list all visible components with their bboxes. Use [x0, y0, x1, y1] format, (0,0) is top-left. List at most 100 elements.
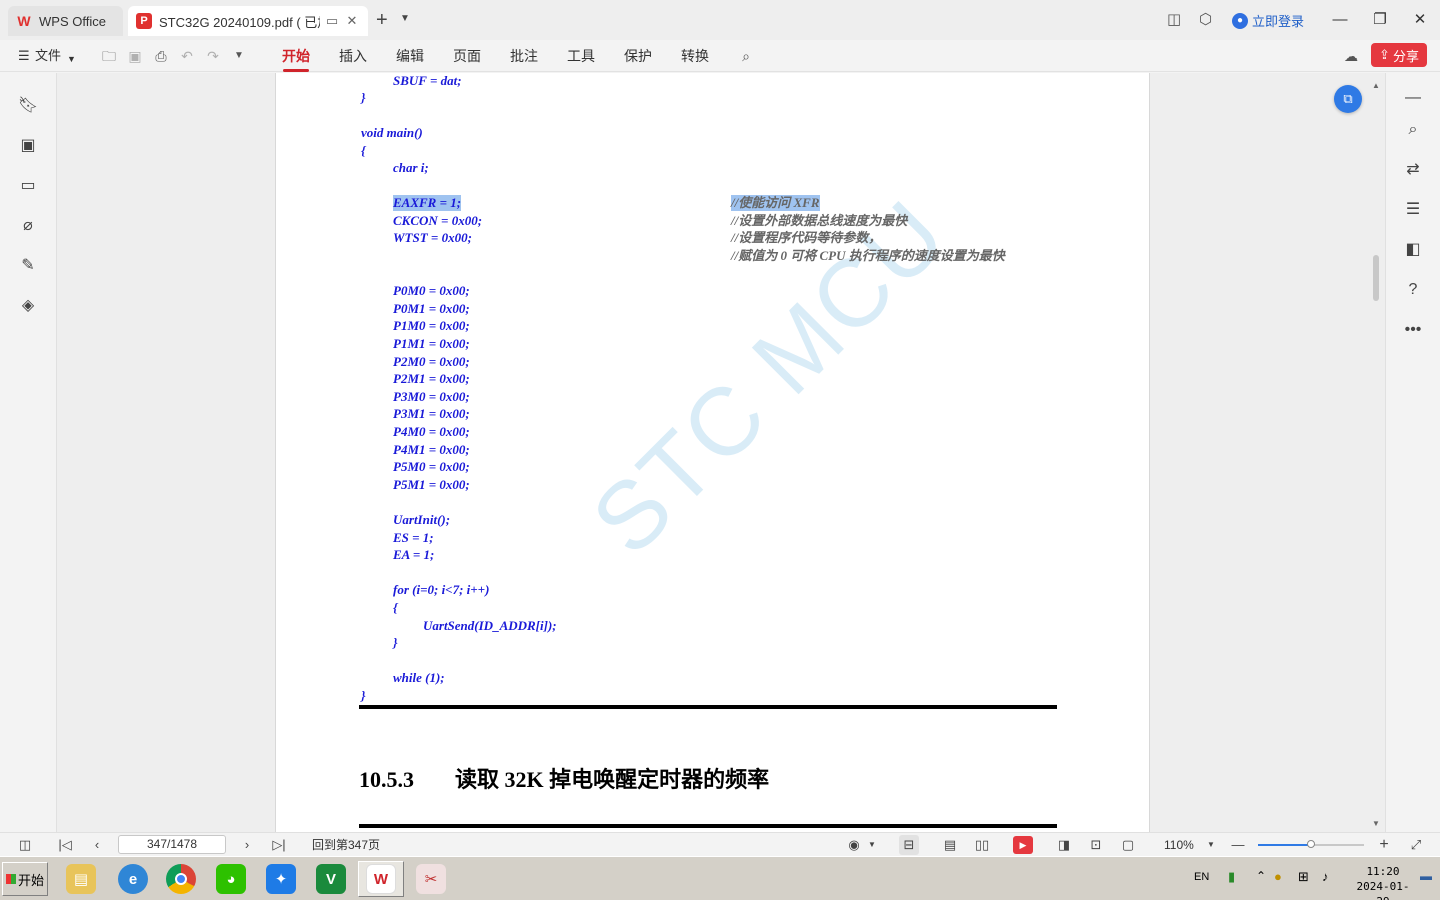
- show-desktop-icon[interactable]: ▬: [1420, 869, 1432, 883]
- taskbar-chrome[interactable]: [158, 861, 204, 897]
- back-to-page-link[interactable]: 回到第347页: [312, 837, 380, 853]
- taskbar-internet-explorer[interactable]: e: [110, 861, 156, 897]
- first-page-icon[interactable]: |◁: [55, 835, 75, 855]
- attachment-icon[interactable]: ⌀: [16, 214, 40, 238]
- translate-icon[interactable]: ⇄: [1401, 158, 1425, 182]
- right-sidebar: — ⌕ ⇄ ☰ ◧ ? •••: [1385, 73, 1440, 832]
- login-button[interactable]: ● 立即登录: [1232, 11, 1304, 30]
- tab-wps-office[interactable]: W WPS Office: [8, 6, 123, 36]
- taskbar-app-blue[interactable]: ✦: [258, 861, 304, 897]
- layout-toggle-icon[interactable]: ◫: [1167, 10, 1181, 28]
- monitor-icon[interactable]: ▭: [324, 13, 340, 29]
- scroll-down-arrow-icon[interactable]: ▼: [1372, 819, 1380, 828]
- undo-icon[interactable]: ↶: [177, 46, 197, 66]
- vim-icon: V: [316, 864, 346, 894]
- bookmark-icon[interactable]: 🔖︎: [16, 94, 40, 118]
- comment-icon[interactable]: ▭: [16, 174, 40, 198]
- zoom-level[interactable]: 110%: [1164, 837, 1194, 853]
- input-method-icon[interactable]: ●: [1274, 869, 1282, 884]
- start-button[interactable]: 开始: [2, 862, 48, 896]
- restore-button[interactable]: ❐: [1368, 8, 1392, 32]
- cube-icon[interactable]: ⬡: [1199, 10, 1212, 28]
- zoom-slider-knob[interactable]: [1307, 840, 1315, 848]
- sidebar-toggle-icon[interactable]: ◫: [15, 835, 35, 855]
- battery-icon[interactable]: ▮: [1228, 869, 1235, 885]
- chevron-down-icon[interactable]: ▼: [862, 835, 882, 855]
- fullscreen-icon[interactable]: ⤢: [1406, 835, 1426, 855]
- code-line: P2M0 = 0x00;: [393, 354, 470, 369]
- help-icon[interactable]: ?: [1401, 278, 1425, 302]
- menu-protect[interactable]: 保护: [624, 47, 652, 65]
- floating-tool-button[interactable]: ⧉: [1334, 85, 1362, 113]
- read-mode-icon[interactable]: ◧: [1401, 238, 1425, 262]
- close-tab-icon[interactable]: ✕: [344, 13, 360, 29]
- signature-pen-icon[interactable]: ✎: [16, 254, 40, 278]
- cloud-icon[interactable]: ☁: [1341, 46, 1361, 66]
- menu-start[interactable]: 开始: [282, 47, 310, 65]
- volume-icon[interactable]: ♪: [1322, 869, 1329, 884]
- more-icon[interactable]: •••: [1401, 318, 1425, 342]
- play-slideshow-icon[interactable]: ▶: [1013, 836, 1033, 854]
- menu-tools[interactable]: 工具: [567, 47, 595, 65]
- layers-icon[interactable]: ◈: [16, 294, 40, 318]
- collapse-minus-icon[interactable]: —: [1401, 86, 1425, 110]
- chevron-down-icon[interactable]: ▼: [229, 46, 249, 66]
- minimize-button[interactable]: —: [1328, 8, 1352, 32]
- continuous-scroll-icon[interactable]: ⊟: [899, 835, 919, 855]
- fit-page-icon[interactable]: ⊡: [1086, 835, 1106, 855]
- document-viewport[interactable]: STC MCU SBUF = dat; } void main() { char…: [57, 73, 1385, 832]
- vertical-scrollbar[interactable]: ▲ ▼: [1370, 73, 1385, 832]
- file-menu[interactable]: 文件: [35, 47, 61, 65]
- open-folder-icon[interactable]: 🗀: [99, 46, 119, 66]
- pdf-page: STC MCU SBUF = dat; } void main() { char…: [275, 73, 1150, 832]
- code-line: UartInit();: [393, 512, 451, 527]
- eye-protection-icon[interactable]: ◉: [844, 835, 864, 855]
- menu-edit[interactable]: 编辑: [396, 47, 424, 65]
- page-number-input[interactable]: 347/1478: [118, 835, 226, 854]
- hamburger-icon[interactable]: ☰: [18, 47, 30, 65]
- print-icon[interactable]: ⎙: [151, 46, 171, 66]
- menu-convert[interactable]: 转换: [681, 47, 709, 65]
- menu-page[interactable]: 页面: [453, 47, 481, 65]
- previous-page-icon[interactable]: ‹: [87, 835, 107, 855]
- network-icon[interactable]: ⊞: [1298, 869, 1309, 885]
- taskbar-file-explorer[interactable]: ▤: [58, 861, 104, 897]
- menu-insert[interactable]: 插入: [339, 47, 367, 65]
- settings-sliders-icon[interactable]: ☰: [1401, 198, 1425, 222]
- zoom-out-icon[interactable]: —: [1228, 835, 1248, 855]
- zoom-slider[interactable]: [1258, 840, 1364, 848]
- ime-indicator[interactable]: EN: [1194, 871, 1209, 883]
- next-page-icon[interactable]: ›: [237, 835, 257, 855]
- chevron-down-icon[interactable]: ▼: [400, 13, 410, 24]
- chevron-down-icon[interactable]: ▼: [67, 50, 76, 68]
- close-window-button[interactable]: ✕: [1408, 8, 1432, 32]
- last-page-icon[interactable]: ▷|: [269, 835, 289, 855]
- share-button[interactable]: ⇪ 分享: [1371, 43, 1427, 67]
- taskbar-wechat[interactable]: ◕: [208, 861, 254, 897]
- save-icon[interactable]: ▣: [125, 46, 145, 66]
- code-comment: //赋值为 0 可将 CPU 执行程序的速度设置为最快: [731, 248, 1005, 263]
- tray-expand-icon[interactable]: ⌃: [1256, 869, 1266, 883]
- single-page-icon[interactable]: ▤: [940, 835, 960, 855]
- taskbar-snipping-tool[interactable]: ✂: [408, 861, 454, 897]
- menu-annotate[interactable]: 批注: [510, 47, 538, 65]
- taskbar-vim[interactable]: V: [308, 861, 354, 897]
- search-icon[interactable]: ⌕: [736, 46, 756, 66]
- two-page-icon[interactable]: ▯▯: [972, 835, 992, 855]
- redo-icon[interactable]: ↷: [203, 46, 223, 66]
- thumbnail-icon[interactable]: ▣: [16, 134, 40, 158]
- scroll-up-arrow-icon[interactable]: ▲: [1372, 81, 1380, 90]
- code-line: P0M1 = 0x00;: [393, 301, 470, 316]
- chevron-down-icon[interactable]: ▼: [1201, 835, 1221, 855]
- scrollbar-thumb[interactable]: [1373, 255, 1379, 301]
- new-tab-plus-icon[interactable]: +: [376, 10, 388, 30]
- search-icon[interactable]: ⌕: [1401, 118, 1425, 142]
- system-clock[interactable]: 11:20 2024-01-29: [1350, 864, 1416, 900]
- tab-pdf-document[interactable]: P STC32G 20240109.pdf ( 已加 ▭ ✕: [128, 6, 368, 36]
- start-label: 开始: [17, 872, 44, 888]
- zoom-in-icon[interactable]: +: [1374, 835, 1394, 855]
- taskbar-wps[interactable]: W: [358, 861, 404, 897]
- code-line: ES = 1;: [393, 530, 434, 545]
- fit-width-icon[interactable]: ▢: [1118, 835, 1138, 855]
- split-view-icon[interactable]: ◨: [1054, 835, 1074, 855]
